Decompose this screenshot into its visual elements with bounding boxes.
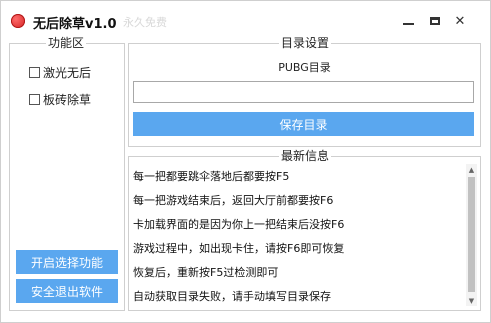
feature-group: 功能区 激光无后 板砖除草 开启选择功能 安全退出软件: [9, 36, 125, 311]
directory-settings-legend: 目录设置: [279, 36, 332, 50]
app-logo-icon: [11, 14, 25, 28]
title-watermark-text: 永久免费: [123, 16, 167, 29]
minimize-icon: [402, 23, 414, 25]
info-line: 游戏过程中，如出现卡住，请按F6即可恢复: [133, 242, 345, 255]
pubg-directory-label: PUBG目录: [278, 61, 331, 74]
info-list[interactable]: 每一把都要跳伞落地后都要按F5 每一把游戏结束后，返回大厅前都要按F6 卡加载界…: [131, 164, 464, 306]
maximize-button[interactable]: [424, 11, 446, 31]
laser-no-recoil-checkbox-row[interactable]: 激光无后: [29, 64, 91, 81]
info-line: 每一把都要跳伞落地后都要按F5: [133, 170, 290, 183]
brick-grass-removal-label: 板砖除草: [43, 93, 92, 107]
feature-group-legend: 功能区: [46, 36, 87, 50]
scroll-up-arrow-icon[interactable]: ▲: [466, 164, 477, 175]
safe-exit-button[interactable]: 安全退出软件: [16, 279, 118, 303]
directory-settings-group: 目录设置 PUBG目录 保存目录: [128, 36, 481, 147]
scroll-down-arrow-icon[interactable]: ▼: [466, 295, 477, 306]
brick-grass-removal-checkbox-row[interactable]: 板砖除草: [29, 91, 91, 108]
start-selected-features-button[interactable]: 开启选择功能: [16, 250, 118, 274]
window-title: 无后除草v1.0: [33, 17, 117, 32]
maximize-icon: [430, 17, 440, 25]
save-directory-button[interactable]: 保存目录: [133, 112, 474, 136]
app-window: 无后除草v1.0 永久免费 ✕ 功能区 激光无后 板砖除草 开启选择功能 安全退…: [0, 0, 491, 323]
info-line: 每一把游戏结束后，返回大厅前都要按F6: [133, 194, 334, 207]
info-line: 卡加载界面的是因为你上一把结束后没按F6: [133, 218, 345, 231]
info-line: 恢复后，重新按F5过检测即可: [133, 266, 279, 279]
laser-no-recoil-checkbox[interactable]: [29, 67, 40, 78]
scrollbar-thumb[interactable]: [468, 177, 475, 292]
close-button[interactable]: ✕: [449, 11, 471, 31]
latest-info-legend: 最新信息: [279, 149, 332, 163]
minimize-button[interactable]: [397, 11, 419, 31]
info-line: 自动获取目录失败，请手动填写目录保存: [133, 290, 331, 303]
close-icon: ✕: [454, 13, 466, 29]
brick-grass-removal-checkbox[interactable]: [29, 94, 40, 105]
pubg-directory-input[interactable]: [133, 81, 474, 103]
title-bar[interactable]: 无后除草v1.0 永久免费 ✕: [1, 1, 490, 37]
latest-info-group: 最新信息 每一把都要跳伞落地后都要按F5 每一把游戏结束后，返回大厅前都要按F6…: [128, 149, 481, 311]
laser-no-recoil-label: 激光无后: [43, 66, 92, 80]
info-scrollbar[interactable]: ▲ ▼: [466, 164, 477, 306]
